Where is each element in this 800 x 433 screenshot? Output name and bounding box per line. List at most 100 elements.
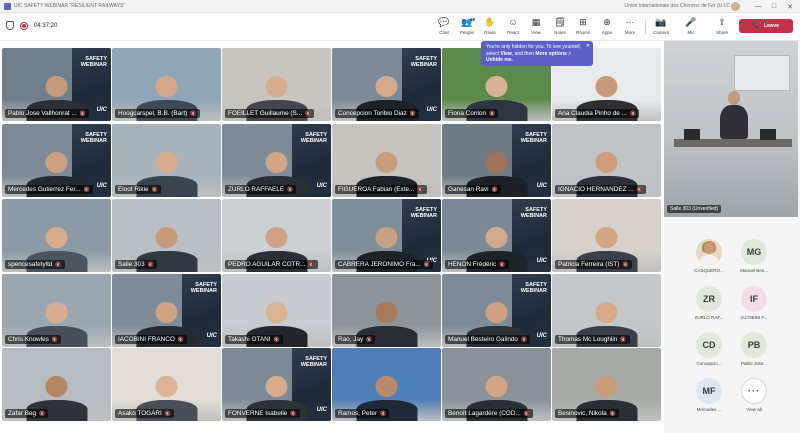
participant-avatar[interactable]: MF Mercedes ... [694, 378, 724, 412]
mic-off-icon: 🔇 [629, 110, 637, 117]
participant-video-tile[interactable]: spencesafetyltd 🔇 [2, 199, 111, 272]
participant-avatar[interactable]: IF IACOBINI F... [739, 286, 769, 320]
participant-name: Hoogcarspel, B.B. (Bart) 🔇 [115, 109, 200, 118]
apps-icon: ⊕ [603, 17, 611, 27]
participant-name: Besinovic, Nikola 🔇 [555, 409, 619, 418]
participant-avatar[interactable]: PB Pablo Jose... [739, 332, 769, 366]
mic-off-icon: 🔇 [55, 261, 62, 268]
participant-name: Takashi OTANI 🔇 [225, 335, 283, 344]
my-avatar[interactable] [731, 2, 740, 11]
laptop [684, 129, 700, 140]
participant-name: Rao, Jay 🔇 [335, 335, 376, 344]
uic-logo-icon: UIC [316, 183, 327, 189]
leave-button[interactable]: 📞 Leave [739, 19, 793, 33]
mic-button[interactable]: 🎤 Mic [680, 16, 702, 39]
participant-video-tile[interactable]: SAFETY WEBINAR UIC Concepcion Toribio Diaz 🔇 [332, 48, 441, 121]
participant-video-tile[interactable]: IGNACIO HERNANDEZ ... 🔇 [552, 124, 661, 197]
view-all-participants-button[interactable]: ··· View all [739, 378, 769, 412]
maximize-button[interactable]: □ [766, 0, 782, 13]
participant-video-tile[interactable]: SAFETY WEBINAR UIC HENON Frédéric 🔇 [442, 199, 551, 272]
apps-button[interactable]: ⊕ Apps [596, 16, 618, 39]
participant-video-tile[interactable]: SAFETY WEBINAR UIC Manuel Besteiro Galindo 🔇 [442, 274, 551, 347]
participant-video-tile[interactable]: SAFETY WEBINAR UIC ZURLO RAFFAELE 🔇 [222, 124, 331, 197]
participant-video-tile[interactable]: SAFETY WEBINAR UIC FONVERNE Isabelle 🔇 [222, 348, 331, 421]
participant-video-tile[interactable]: Ramos, Peter 🔇 [332, 348, 441, 421]
participant-name: Ganesan Ravi 🔇 [445, 185, 501, 194]
close-window-button[interactable]: ✕ [782, 0, 798, 13]
participant-name: Pablo Jose Vallhonrat ... 🔇 [5, 109, 90, 118]
shield-icon[interactable] [6, 21, 14, 30]
organization-name: Union Internationale des Chemins de Fer … [624, 3, 730, 9]
participant-video-tile[interactable]: Hoogcarspel, B.B. (Bart) 🔇 [112, 48, 221, 121]
participant-name: spencesafetyltd 🔇 [5, 260, 65, 269]
participant-name: Ramos, Peter 🔇 [335, 409, 390, 418]
mic-off-icon: 🔇 [177, 336, 185, 343]
participant-video-tile[interactable]: Salle 303 🔇 [112, 199, 221, 272]
mic-off-icon: 🔇 [409, 110, 417, 117]
participant-video-tile[interactable]: SAFETY WEBINAR UIC IACOBINI FRANCO 🔇 [112, 274, 221, 347]
uic-logo-icon: UIC [206, 333, 217, 339]
raise-hand-button[interactable]: ✋ Raise [479, 16, 501, 39]
participant-video-tile[interactable]: Eloot Rikie 🔇 [112, 124, 221, 197]
pinned-video-tile[interactable]: Salle 303 (Unverified) [664, 41, 798, 217]
camera-button[interactable]: 📷 Camera [650, 16, 672, 39]
recording-icon [20, 21, 28, 30]
uic-logo-icon: UIC [96, 183, 107, 189]
participant-video-tile[interactable]: Benoît Lagardère (CGD... 🔇 [442, 348, 551, 421]
participant-name: PEDRO AGUILAR COTR... 🔇 [225, 260, 318, 269]
participant-avatar[interactable]: MG Manuel Bes... [739, 239, 769, 273]
participant-video-tile[interactable]: Takashi OTANI 🔇 [222, 274, 331, 347]
mic-off-icon: 🔇 [190, 110, 197, 117]
mic-off-icon: 🔇 [609, 410, 616, 417]
people-button[interactable]: 👥 66 People [456, 16, 478, 39]
uic-logo-icon: UIC [536, 183, 547, 189]
mic-off-icon: 🔇 [417, 186, 424, 193]
mic-off-icon: 🔇 [499, 261, 506, 268]
more-icon: ··· [625, 17, 635, 27]
participant-name: Asako TOGARI 🔇 [115, 409, 175, 418]
mic-off-icon: 🔇 [520, 336, 528, 343]
participant-video-tile[interactable]: SAFETYWEBINARUICCABRERA JERONIMO Fra...🔇 [332, 199, 441, 272]
mic-off-icon: 🔇 [380, 410, 387, 417]
participant-video-tile[interactable]: Rao, Jay 🔇 [332, 274, 441, 347]
hidden-self-tooltip: ✕ You're only hidden for you. To see you… [481, 41, 593, 66]
participant-name: ZURLO RAFFAELE 🔇 [225, 185, 297, 194]
participant-video-tile[interactable]: PEDRO AGUILAR COTR... 🔇 [222, 199, 331, 272]
participant-video-tile[interactable]: FIGUEROA Fabian (Exte... 🔇 [332, 124, 441, 197]
chat-button[interactable]: 💬 Chat [433, 16, 455, 39]
mic-off-icon: 🔇 [39, 410, 46, 417]
participant-video-tile[interactable]: SAFETY WEBINAR UIC Pablo Jose Vallhonrat ..… [2, 48, 111, 121]
mic-off-icon: 🔇 [636, 186, 643, 193]
participant-video-tile[interactable]: SAFETY WEBINAR UIC Ganesan Ravi 🔇 [442, 124, 551, 197]
minimize-button[interactable]: — [750, 0, 766, 13]
participant-video-tile[interactable]: Besinovic, Nikola 🔇 [552, 348, 661, 421]
participant-name: Zafar Beg 🔇 [5, 409, 49, 418]
more-button[interactable]: ··· More [619, 16, 641, 39]
participant-video-tile[interactable]: Thomas Mc Loughlin 🔇 [552, 274, 661, 347]
notes-button[interactable]: 🗒 Notes [549, 16, 571, 39]
participant-video-tile[interactable]: Patricia Ferreira (IST) 🔇 [552, 199, 661, 272]
participant-name: Salle 303 (Unverified) [667, 205, 722, 213]
side-panel: Salle 303 (Unverified) CASQUERO... MG Manu… [664, 41, 800, 433]
share-button[interactable]: ⇪ Share [711, 16, 733, 39]
participant-video-tile[interactable]: FOEILLET Guillaume (S... 🔇 [222, 48, 331, 121]
laptop [760, 129, 776, 140]
participant-video-tile[interactable]: Asako TOGARI 🔇 [112, 348, 221, 421]
uic-logo-icon: UIC [316, 407, 327, 413]
participant-video-tile[interactable]: Zafar Beg 🔇 [2, 348, 111, 421]
participant-name: Ana Claudia Pinho de ... 🔇 [555, 109, 640, 118]
participant-avatar[interactable]: CASQUERO... [694, 239, 724, 273]
participant-avatar[interactable]: ZR ZURLO RAF... [694, 286, 724, 320]
close-icon[interactable]: ✕ [586, 43, 590, 50]
mic-off-icon: 🔇 [523, 410, 531, 417]
rooms-button[interactable]: ⊞ Rooms [572, 16, 594, 39]
participant-video-tile[interactable]: Chris Knowles 🔇 [2, 274, 111, 347]
raise-hand-icon: ✋ [484, 17, 496, 27]
participant-video-tile[interactable]: SAFETY WEBINAR UIC Mercedes Gutierrez Fer..… [2, 124, 111, 197]
mic-off-icon: 🔇 [308, 261, 315, 268]
mic-off-icon: 🔇 [491, 186, 498, 193]
participant-avatar[interactable]: CD Concepcio... [694, 332, 724, 366]
view-button[interactable]: ▦ View [525, 16, 547, 39]
react-button[interactable]: ☺ React [502, 16, 524, 39]
notes-icon: 🗒 [554, 17, 566, 27]
